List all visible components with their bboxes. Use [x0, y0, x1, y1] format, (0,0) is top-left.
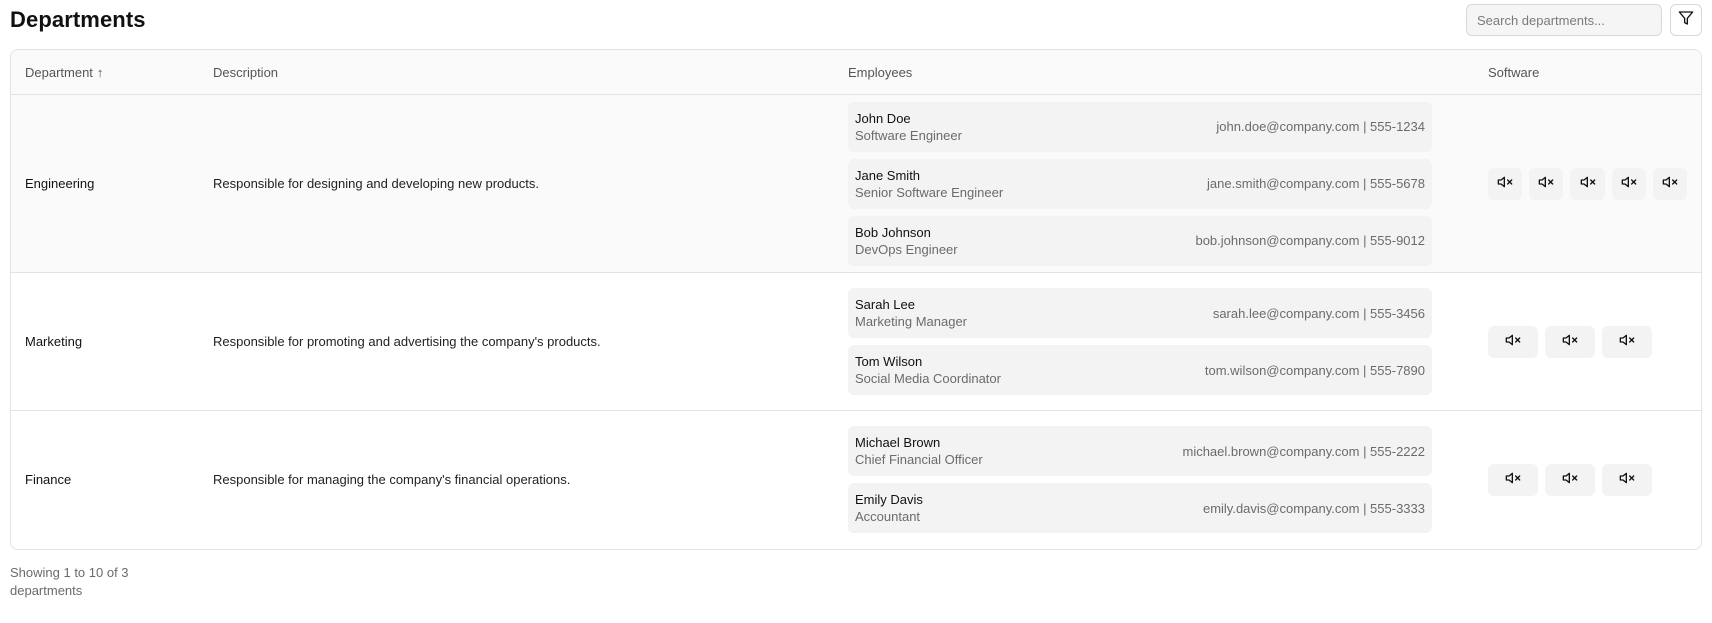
- software-list: [1488, 325, 1687, 358]
- employee-contact: john.doe@company.com | 555-1234: [1216, 119, 1425, 134]
- column-label: Department: [25, 64, 93, 80]
- software-button[interactable]: [1611, 167, 1646, 200]
- employee-role: Senior Software Engineer: [855, 184, 1004, 200]
- sort-arrow-icon: ↑: [96, 64, 104, 80]
- table-header-row: Department ↑ Description Employees Softw…: [11, 50, 1701, 95]
- employee-name: Emily Davis: [855, 492, 923, 508]
- employee-name: Jane Smith: [855, 167, 921, 183]
- employees-cell: Michael Brown Chief Financial Officer mic…: [834, 411, 1474, 549]
- pagination-summary: Showing 1 to 10 of 3 departments: [10, 564, 129, 598]
- muted-speaker-icon: [1619, 332, 1635, 351]
- sort-department[interactable]: Department ↑: [25, 65, 103, 80]
- departments-page: Departments Department ↑: [0, 0, 1712, 623]
- muted-speaker-icon: [1562, 332, 1578, 351]
- department-cell: Finance: [11, 411, 199, 549]
- page-header: Departments: [10, 0, 1702, 40]
- filter-button[interactable]: [1670, 4, 1702, 36]
- employee-card: Emily Davis Accountant emily.davis@compan…: [848, 483, 1432, 534]
- table-row: Marketing Responsible for promoting and …: [11, 272, 1701, 411]
- department-description: Responsible for promoting and advertisin…: [213, 334, 601, 349]
- table-row: Finance Responsible for managing the com…: [11, 411, 1701, 549]
- employee-name: Tom Wilson: [855, 354, 923, 369]
- software-button[interactable]: [1488, 463, 1538, 496]
- employee-role: Social Media Coordinator: [855, 371, 1001, 386]
- muted-speaker-icon: [1497, 174, 1513, 193]
- employee-card: Tom Wilson Social Media Coordinator tom.w…: [848, 345, 1432, 395]
- department-cell: Marketing: [11, 272, 199, 411]
- muted-speaker-icon: [1505, 332, 1521, 351]
- department-name: Finance: [25, 472, 72, 488]
- muted-speaker-icon: [1538, 174, 1554, 193]
- employees-cell: Sarah Lee Marketing Manager sarah.lee@com…: [834, 272, 1474, 411]
- software-button[interactable]: [1545, 325, 1595, 358]
- employee-name: John Doe: [855, 110, 911, 126]
- employee-role: Chief Financial Officer: [855, 452, 983, 468]
- department-description: Responsible for managing the company's f…: [213, 472, 571, 488]
- department-cell: Engineering: [11, 94, 199, 273]
- search-input[interactable]: [1466, 4, 1662, 36]
- employee-name: Bob Johnson: [855, 224, 931, 240]
- muted-speaker-icon: [1662, 174, 1678, 193]
- column-header-department[interactable]: Department ↑: [11, 50, 199, 95]
- toolbar: [1466, 4, 1702, 36]
- employee-role: Accountant: [855, 509, 921, 525]
- description-cell: Responsible for managing the company's f…: [199, 411, 834, 549]
- department-description: Responsible for designing and developing…: [213, 176, 539, 191]
- employee-contact: bob.johnson@company.com | 555-9012: [1195, 233, 1425, 248]
- employee-name: Michael Brown: [855, 435, 941, 451]
- software-button[interactable]: [1488, 325, 1538, 358]
- description-cell: Responsible for designing and developing…: [199, 94, 834, 273]
- employee-card: Sarah Lee Marketing Manager sarah.lee@com…: [848, 288, 1432, 338]
- employee-list: Michael Brown Chief Financial Officer mic…: [848, 426, 1432, 534]
- software-button[interactable]: [1602, 463, 1652, 496]
- software-cell: [1474, 411, 1701, 549]
- software-list: [1488, 463, 1687, 496]
- software-button[interactable]: [1602, 325, 1652, 358]
- muted-speaker-icon: [1621, 174, 1637, 193]
- employee-card: John Doe Software Engineer john.doe@compa…: [848, 101, 1432, 152]
- table-row: Engineering Responsible for designing an…: [11, 94, 1701, 273]
- department-name: Marketing: [25, 334, 83, 349]
- employee-role: Marketing Manager: [855, 314, 967, 329]
- employee-list: Sarah Lee Marketing Manager sarah.lee@com…: [848, 288, 1432, 395]
- column-header-employees: Employees: [834, 50, 1474, 95]
- description-cell: Responsible for promoting and advertisin…: [199, 272, 834, 411]
- employee-role: DevOps Engineer: [855, 241, 958, 257]
- employee-card: Michael Brown Chief Financial Officer mic…: [848, 426, 1432, 477]
- muted-speaker-icon: [1580, 174, 1596, 193]
- employees-cell: John Doe Software Engineer john.doe@compa…: [834, 94, 1474, 273]
- page-title: Departments: [10, 7, 146, 32]
- departments-table: Department ↑ Description Employees Softw…: [10, 49, 1702, 550]
- employee-list: John Doe Software Engineer john.doe@compa…: [848, 101, 1432, 266]
- department-name: Engineering: [25, 176, 95, 191]
- employee-role: Software Engineer: [855, 127, 962, 143]
- software-button[interactable]: [1545, 463, 1595, 496]
- software-list: [1488, 167, 1688, 200]
- employee-card: Bob Johnson DevOps Engineer bob.johnson@c…: [848, 215, 1432, 266]
- muted-speaker-icon: [1619, 470, 1635, 489]
- filter-icon: [1678, 10, 1694, 31]
- muted-speaker-icon: [1562, 470, 1578, 489]
- employee-card: Jane Smith Senior Software Engineer jane.…: [848, 158, 1432, 209]
- software-cell: [1474, 94, 1701, 273]
- software-cell: [1474, 272, 1701, 411]
- software-button[interactable]: [1529, 167, 1564, 200]
- software-button[interactable]: [1652, 167, 1688, 200]
- employee-name: Sarah Lee: [855, 297, 915, 312]
- column-header-description: Description: [199, 50, 834, 95]
- muted-speaker-icon: [1505, 470, 1521, 489]
- employee-contact: jane.smith@company.com | 555-5678: [1207, 176, 1425, 191]
- employee-contact: michael.brown@company.com | 555-2222: [1182, 443, 1425, 459]
- software-button[interactable]: [1570, 167, 1605, 200]
- employee-contact: emily.davis@company.com | 555-3333: [1202, 500, 1425, 516]
- software-button[interactable]: [1488, 167, 1523, 200]
- employee-contact: tom.wilson@company.com | 555-7890: [1204, 362, 1425, 378]
- employee-contact: sarah.lee@company.com | 555-3456: [1212, 305, 1425, 321]
- column-header-software: Software: [1474, 50, 1701, 95]
